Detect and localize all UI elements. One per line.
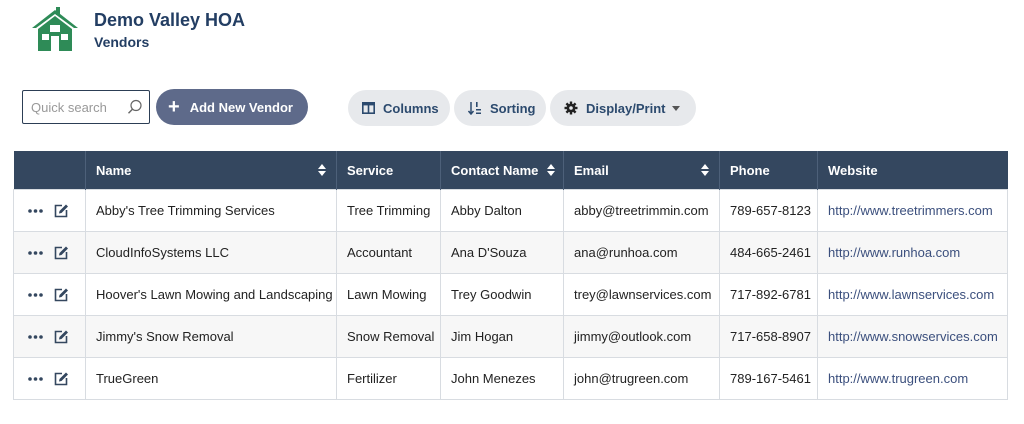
row-actions — [13, 315, 86, 358]
contact-name-cell: John Menezes — [440, 357, 564, 400]
website-cell[interactable]: http://www.trugreen.com — [817, 357, 1008, 400]
phone-cell: 717-892-6781 — [719, 273, 818, 316]
house-logo-icon — [32, 7, 78, 51]
edit-icon[interactable] — [53, 371, 69, 387]
search-input[interactable] — [23, 91, 131, 123]
add-vendor-label: Add New Vendor — [189, 99, 293, 115]
quick-search — [22, 90, 150, 124]
col-header-phone[interactable]: Phone — [719, 151, 818, 190]
website-cell[interactable]: http://www.snowservices.com — [817, 315, 1008, 358]
sort-toggle-icon[interactable] — [547, 164, 555, 176]
edit-icon[interactable] — [53, 203, 69, 219]
contact-name-cell: Trey Goodwin — [440, 273, 564, 316]
phone-cell: 789-167-5461 — [719, 357, 818, 400]
email-cell: john@trugreen.com — [563, 357, 720, 400]
contact-name-cell: Abby Dalton — [440, 189, 564, 232]
search-icon[interactable] — [127, 99, 143, 115]
table-row[interactable]: Jimmy's Snow Removal Snow Removal Jim Hoga… — [13, 315, 1008, 358]
gear-icon — [564, 101, 578, 115]
more-options-icon[interactable] — [28, 208, 43, 213]
more-options-icon[interactable] — [28, 376, 43, 381]
org-name: Demo Valley HOA — [94, 10, 246, 30]
plus-icon: + — [168, 96, 180, 118]
more-options-icon[interactable] — [28, 250, 43, 255]
vendor-name-cell: Hoover's Lawn Mowing and Landscaping — [85, 273, 337, 316]
vendors-table: Name Service Contact Name Email Phone We… — [13, 151, 1008, 400]
sorting-button[interactable]: Sorting — [454, 90, 546, 126]
table-row[interactable]: CloudInfoSystems LLC Accountant Ana D'Souz… — [13, 231, 1008, 274]
col-header-contact-name[interactable]: Contact Name — [440, 151, 564, 190]
website-cell[interactable]: http://www.lawnservices.com — [817, 273, 1008, 316]
row-actions — [13, 189, 86, 232]
phone-cell: 717-658-8907 — [719, 315, 818, 358]
col-header-website[interactable]: Website — [817, 151, 1008, 190]
service-cell: Lawn Mowing — [336, 273, 441, 316]
col-header-email[interactable]: Email — [563, 151, 720, 190]
columns-button[interactable]: Columns — [348, 90, 450, 126]
display-print-dropdown[interactable]: Display/Print — [550, 90, 696, 126]
vendor-name-cell: TrueGreen — [85, 357, 337, 400]
contact-name-cell: Ana D'Souza — [440, 231, 564, 274]
website-cell[interactable]: http://www.treetrimmers.com — [817, 189, 1008, 232]
columns-label: Columns — [383, 100, 439, 116]
row-actions — [13, 357, 86, 400]
service-cell: Tree Trimming — [336, 189, 441, 232]
chevron-down-icon — [672, 105, 681, 111]
edit-icon[interactable] — [53, 245, 69, 261]
table-row[interactable]: TrueGreen Fertilizer John Menezes john@trug… — [13, 357, 1008, 400]
col-header-service[interactable]: Service — [336, 151, 441, 190]
page-title: Vendors — [94, 34, 150, 50]
service-cell: Fertilizer — [336, 357, 441, 400]
table-row[interactable]: Abby's Tree Trimming Services Tree Trimmi… — [13, 189, 1008, 232]
email-cell: jimmy@outlook.com — [563, 315, 720, 358]
row-actions — [13, 273, 86, 316]
contact-name-cell: Jim Hogan — [440, 315, 564, 358]
email-cell: abby@treetrimmin.com — [563, 189, 720, 232]
more-options-icon[interactable] — [28, 334, 43, 339]
add-new-vendor-button[interactable]: + Add New Vendor — [156, 89, 308, 125]
row-actions — [13, 231, 86, 274]
website-cell[interactable]: http://www.runhoa.com — [817, 231, 1008, 274]
phone-cell: 789-657-8123 — [719, 189, 818, 232]
email-cell: trey@lawnservices.com — [563, 273, 720, 316]
sort-icon — [468, 102, 481, 115]
col-header-actions — [13, 151, 86, 190]
table-header-row: Name Service Contact Name Email Phone We… — [13, 151, 1008, 190]
more-options-icon[interactable] — [28, 292, 43, 297]
phone-cell: 484-665-2461 — [719, 231, 818, 274]
display-print-label: Display/Print — [586, 100, 666, 116]
table-row[interactable]: Hoover's Lawn Mowing and Landscaping Lawn… — [13, 273, 1008, 316]
sort-toggle-icon[interactable] — [318, 164, 326, 176]
vendor-name-cell: Jimmy's Snow Removal — [85, 315, 337, 358]
email-cell: ana@runhoa.com — [563, 231, 720, 274]
service-cell: Accountant — [336, 231, 441, 274]
columns-icon — [362, 102, 375, 114]
service-cell: Snow Removal — [336, 315, 441, 358]
sorting-label: Sorting — [490, 100, 536, 116]
sort-toggle-icon[interactable] — [701, 164, 709, 176]
vendor-name-cell: CloudInfoSystems LLC — [85, 231, 337, 274]
edit-icon[interactable] — [53, 329, 69, 345]
col-header-name[interactable]: Name — [85, 151, 337, 190]
vendor-name-cell: Abby's Tree Trimming Services — [85, 189, 337, 232]
edit-icon[interactable] — [53, 287, 69, 303]
